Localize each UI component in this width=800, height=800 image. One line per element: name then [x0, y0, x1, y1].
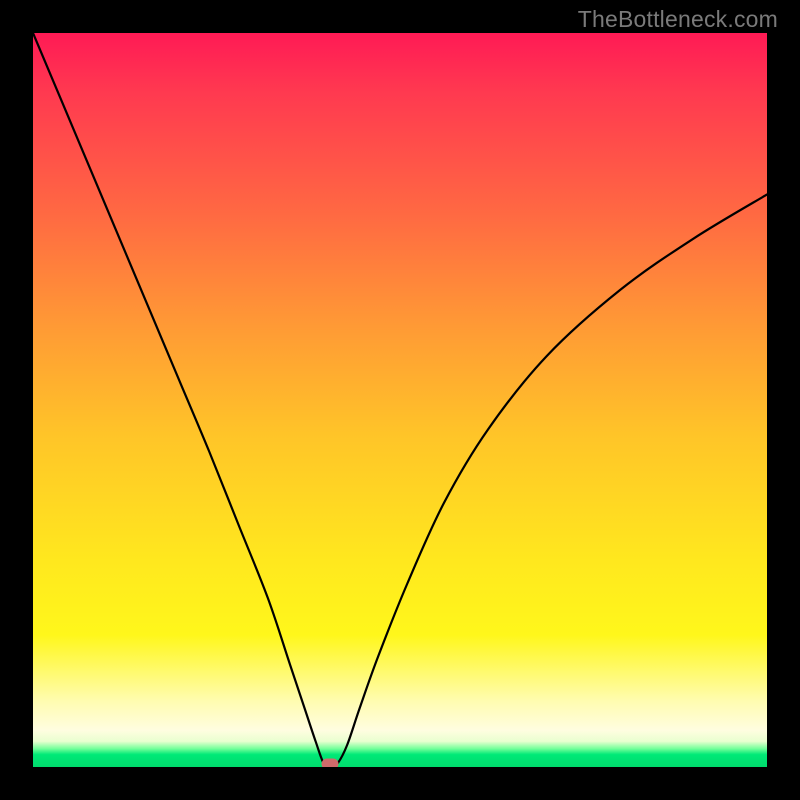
- bottleneck-curve: [33, 33, 767, 767]
- plot-area: [33, 33, 767, 767]
- watermark-text: TheBottleneck.com: [578, 6, 778, 33]
- chart-frame: TheBottleneck.com: [0, 0, 800, 800]
- optimum-marker: [322, 759, 339, 768]
